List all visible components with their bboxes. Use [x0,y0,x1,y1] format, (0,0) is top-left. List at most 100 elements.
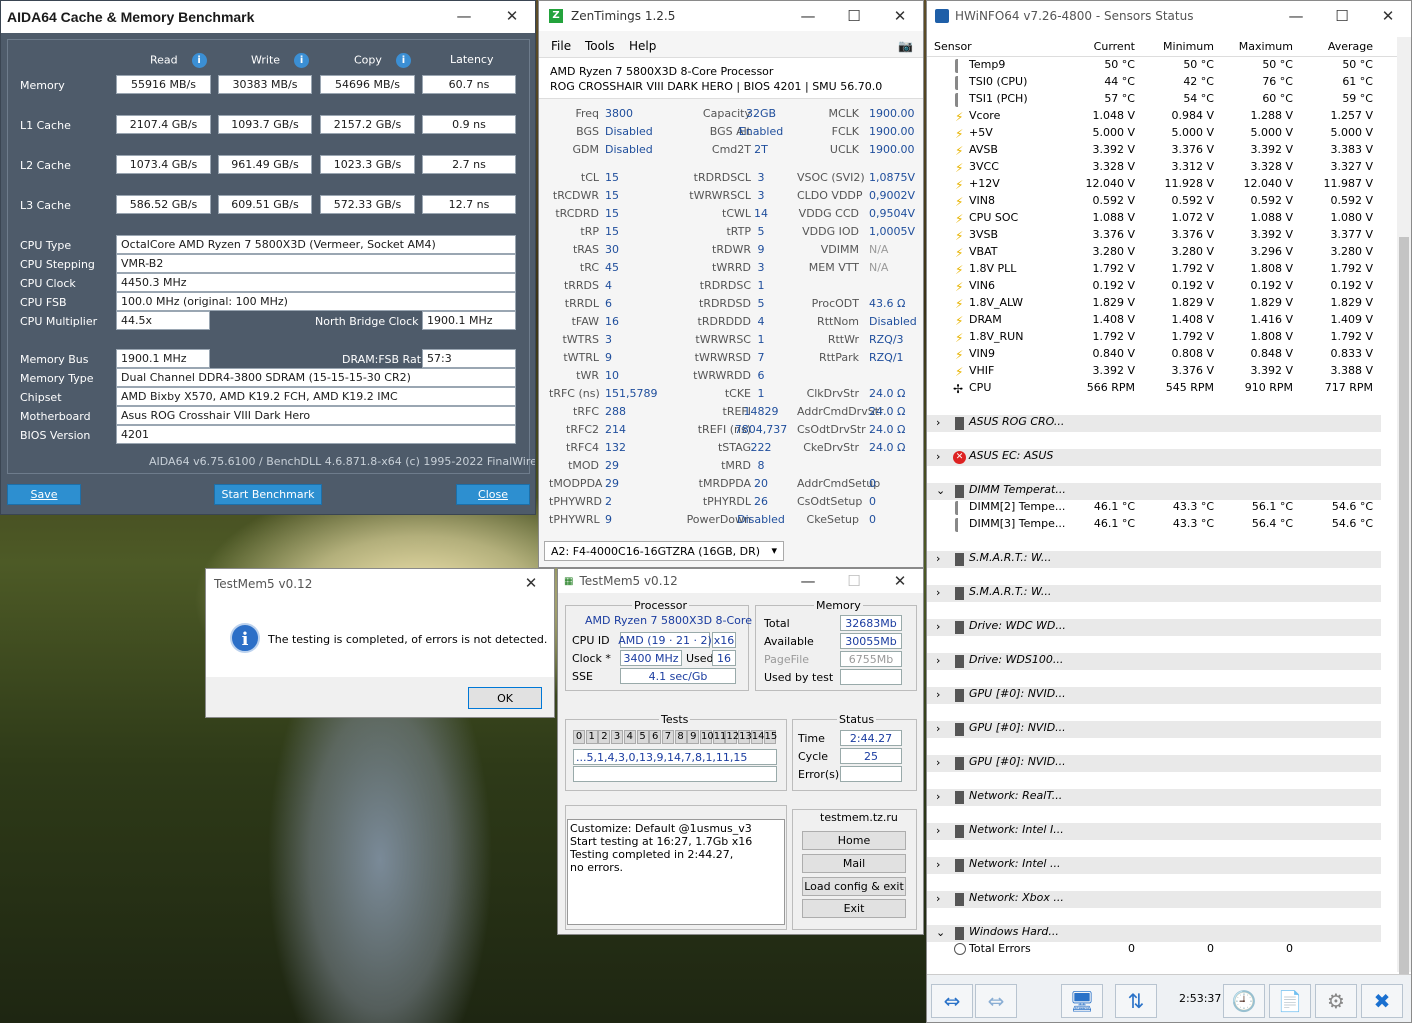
sensor-group[interactable]: › Network: RealT... [927,789,1381,806]
col-maximum[interactable]: Maximum [1223,40,1293,53]
sensor-group[interactable]: › GPU [#0]: NVID... [927,755,1381,772]
zen-menu-help[interactable]: Help [629,39,656,53]
collapse-arrows-icon[interactable]: ⇔ [975,984,1017,1018]
minimize-icon[interactable]: — [785,569,831,593]
sensor-row[interactable]: TSI1 (PCH) 57 °C 54 °C 60 °C 59 °C [927,92,1397,109]
sensor-row[interactable]: ✢ CPU 566 RPM 545 RPM 910 RPM 717 RPM [927,381,1397,398]
zen-titlebar[interactable]: Z ZenTimings 1.2.5 — ☐ ✕ [539,1,923,31]
sensor-group[interactable]: › ASUS ROG CRO... [927,415,1381,432]
chevron-right-icon[interactable]: › [936,552,940,565]
maximize-icon[interactable]: ☐ [831,1,877,31]
chevron-right-icon[interactable]: › [936,858,940,871]
hw-scroll-thumb[interactable] [1399,237,1409,977]
chevron-right-icon[interactable]: › [936,654,940,667]
chevron-down-icon[interactable]: ⌄ [936,484,945,497]
total-errors-row[interactable]: Total Errors 0 0 0 [927,942,1397,959]
sensor-row[interactable]: Temp9 50 °C 50 °C 50 °C 50 °C [927,58,1397,75]
chevron-right-icon[interactable]: › [936,722,940,735]
sensor-row[interactable]: ⚡ VIN6 0.192 V 0.192 V 0.192 V 0.192 V [927,279,1397,296]
expand-arrows-icon[interactable]: ⇔ [931,984,973,1018]
sensor-row[interactable]: DIMM[2] Tempe... 46.1 °C 43.3 °C 56.1 °C 54.… [927,500,1397,517]
sensor-group[interactable]: › GPU [#0]: NVID... [927,687,1381,704]
ok-button[interactable]: OK [468,687,542,709]
sensor-group[interactable]: › Network: Intel ... [927,857,1381,874]
sensor-row[interactable]: DIMM[3] Tempe... 46.1 °C 43.3 °C 56.4 °C 54.… [927,517,1397,534]
chevron-down-icon[interactable]: ⌄ [936,926,945,939]
voltage-icon: ⚡ [955,229,964,243]
chevron-right-icon[interactable]: › [936,586,940,599]
settings-icon[interactable]: ⚙ [1315,984,1357,1018]
sensor-group[interactable]: › S.M.A.R.T.: W... [927,551,1381,568]
mail-button[interactable]: Mail [802,854,906,873]
chevron-right-icon[interactable]: › [936,892,940,905]
sensor-group[interactable]: ⌄ DIMM Temperat... [927,483,1381,500]
close-icon[interactable]: ✕ [877,569,923,593]
minimize-icon[interactable]: — [785,1,831,31]
load-config-button[interactable]: Load config & exit [802,877,906,896]
maximize-icon[interactable]: ☐ [1319,1,1365,31]
sensor-row[interactable]: ⚡ VIN9 0.840 V 0.808 V 0.848 V 0.833 V [927,347,1397,364]
camera-icon[interactable]: 📷 [898,39,913,53]
close-icon[interactable]: ✕ [1365,1,1411,31]
aida-titlebar[interactable]: AIDA64 Cache & Memory Benchmark — ✕ [1,1,535,33]
tm5-titlebar[interactable]: ▦ TestMem5 v0.12 — ☐ ✕ [558,569,923,593]
chevron-right-icon[interactable]: › [936,688,940,701]
sensor-row[interactable]: ⚡ 3VCC 3.328 V 3.312 V 3.328 V 3.327 V [927,160,1397,177]
chevron-right-icon[interactable]: › [936,450,940,463]
sensor-row[interactable]: ⚡ 1.8V_ALW 1.829 V 1.829 V 1.829 V 1.829 V [927,296,1397,313]
home-button[interactable]: Home [802,831,906,850]
sensor-row[interactable]: ⚡ +5V 5.000 V 5.000 V 5.000 V 5.000 V [927,126,1397,143]
chevron-right-icon[interactable]: › [936,416,940,429]
sensor-row[interactable]: ⚡ 3VSB 3.376 V 3.376 V 3.392 V 3.377 V [927,228,1397,245]
col-sensor[interactable]: Sensor [934,40,972,53]
col-current[interactable]: Current [1065,40,1135,53]
save-button[interactable]: Save [7,484,81,505]
sensor-row[interactable]: TSI0 (CPU) 44 °C 42 °C 76 °C 61 °C [927,75,1397,92]
sensor-group[interactable]: ⌄ Windows Hard... [927,925,1381,942]
close-icon[interactable]: ✕ [877,1,923,31]
sensor-group[interactable]: › Network: Xbox ... [927,891,1381,908]
sensor-group[interactable]: › S.M.A.R.T.: W... [927,585,1381,602]
sensor-row[interactable]: ⚡ 1.8V_RUN 1.792 V 1.792 V 1.808 V 1.792 V [927,330,1397,347]
sensor-group[interactable]: › Drive: WDC WD... [927,619,1381,636]
col-minimum[interactable]: Minimum [1144,40,1214,53]
sensor-row[interactable]: ⚡ VIN8 0.592 V 0.592 V 0.592 V 0.592 V [927,194,1397,211]
monitor-icon[interactable]: 🖥 [1061,984,1103,1018]
network-icon[interactable]: ⇅ [1115,984,1157,1018]
sensor-row[interactable]: ⚡ VBAT 3.280 V 3.280 V 3.296 V 3.280 V [927,245,1397,262]
col-average[interactable]: Average [1303,40,1373,53]
chevron-right-icon[interactable]: › [936,620,940,633]
close-sensors-icon[interactable]: ✖ [1361,984,1403,1018]
info-icon[interactable]: i [395,53,411,68]
sensor-group[interactable]: › Drive: WDS100... [927,653,1381,670]
hw-titlebar[interactable]: HWiNFO64 v7.26-4800 - Sensors Status — ☐… [927,1,1411,31]
sensor-row[interactable]: ⚡ Vcore 1.048 V 0.984 V 1.288 V 1.257 V [927,109,1397,126]
sensor-row[interactable]: ⚡ AVSB 3.392 V 3.376 V 3.392 V 3.383 V [927,143,1397,160]
sensor-group[interactable]: › Network: Intel I... [927,823,1381,840]
zen-menu-tools[interactable]: Tools [585,39,615,53]
close-icon[interactable]: ✕ [489,1,535,31]
info-icon[interactable]: i [294,53,310,68]
sensor-row[interactable]: ⚡ CPU SOC 1.088 V 1.072 V 1.088 V 1.080 V [927,211,1397,228]
hw-scrollbar[interactable] [1397,37,1411,977]
minimize-icon[interactable]: — [441,1,487,31]
zen-menu-file[interactable]: File [551,39,571,53]
clock-icon[interactable]: 🕘 [1223,984,1265,1018]
info-icon[interactable]: i [191,53,207,68]
sensor-row[interactable]: ⚡ DRAM 1.408 V 1.408 V 1.416 V 1.409 V [927,313,1397,330]
chevron-right-icon[interactable]: › [936,824,940,837]
sensor-row[interactable]: ⚡ 1.8V PLL 1.792 V 1.792 V 1.808 V 1.792 V [927,262,1397,279]
sensor-row[interactable]: ⚡ +12V 12.040 V 11.928 V 12.040 V 11.987 V [927,177,1397,194]
close-icon[interactable]: ✕ [508,569,554,597]
minimize-icon[interactable]: — [1273,1,1319,31]
chevron-right-icon[interactable]: › [936,790,940,803]
start-benchmark-button[interactable]: Start Benchmark [214,484,322,505]
close-button[interactable]: Close [456,484,530,505]
exit-button[interactable]: Exit [802,899,906,918]
dimm-select[interactable]: A2: F4-4000C16-16GTZRA (16GB, DR) ▾ [544,541,784,561]
chevron-right-icon[interactable]: › [936,756,940,769]
add-report-icon[interactable]: 📄 [1269,984,1311,1018]
sensor-group[interactable]: › ✕ ASUS EC: ASUS [927,449,1381,466]
sensor-row[interactable]: ⚡ VHIF 3.392 V 3.376 V 3.392 V 3.388 V [927,364,1397,381]
sensor-group[interactable]: › GPU [#0]: NVID... [927,721,1381,738]
